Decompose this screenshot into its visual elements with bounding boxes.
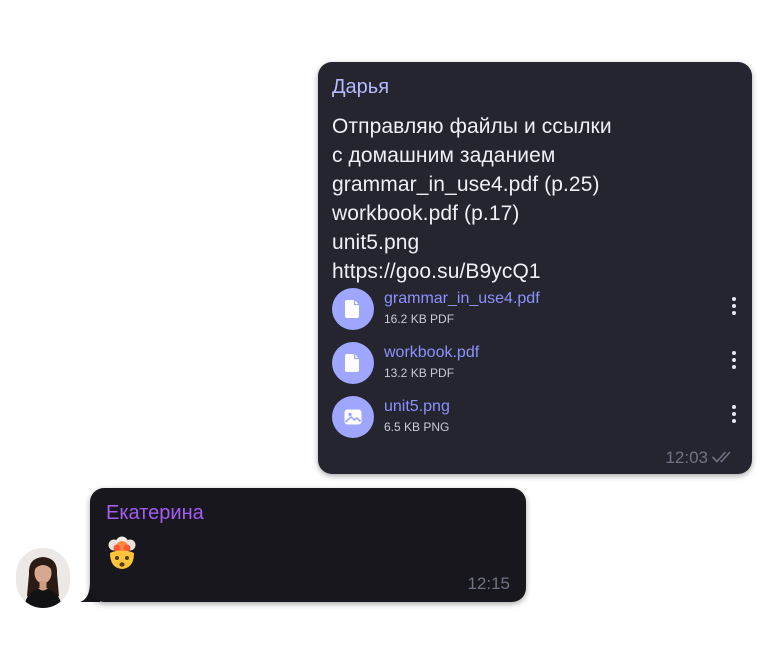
message-bubble-darya[interactable]: Дарья Отправляю файлы и ссылки с домашни… — [318, 62, 752, 474]
message-line: workbook.pdf (p.17) — [332, 202, 520, 225]
message-link[interactable]: https://goo.su/B9ycQ1 — [332, 257, 732, 286]
double-check-icon — [712, 451, 731, 463]
attachment-item[interactable]: unit5.png 6.5 KB PNG — [332, 396, 742, 440]
more-options-icon[interactable] — [726, 348, 742, 372]
message-time: 12:15 — [467, 574, 510, 593]
attachment-item[interactable]: workbook.pdf 13.2 KB PDF — [332, 342, 742, 386]
attachment-name[interactable]: unit5.png — [384, 398, 450, 416]
message-bubble-ekaterina[interactable]: Екатерина 12:15 — [90, 488, 526, 602]
document-icon[interactable] — [332, 342, 374, 384]
exploding-head-emoji — [108, 536, 136, 569]
attachment-name[interactable]: workbook.pdf — [384, 344, 479, 362]
message-line: unit5.png — [332, 231, 420, 254]
attachment-meta: 16.2 KB PDF — [384, 312, 455, 326]
message-line: grammar_in_use4.pdf (p.25) — [332, 173, 600, 196]
sender-name[interactable]: Дарья — [332, 76, 389, 99]
document-icon[interactable] — [332, 288, 374, 330]
more-options-icon[interactable] — [726, 294, 742, 318]
user-avatar[interactable] — [16, 548, 70, 608]
message-text: Отправляю файлы и ссылки с домашним зада… — [332, 112, 732, 286]
attachment-meta: 13.2 KB PDF — [384, 366, 455, 380]
attachment-name[interactable]: grammar_in_use4.pdf — [384, 290, 540, 308]
sender-name[interactable]: Екатерина — [106, 502, 204, 525]
attachment-meta: 6.5 KB PNG — [384, 420, 450, 434]
message-line: Отправляю файлы и ссылки — [332, 115, 612, 138]
more-options-icon[interactable] — [726, 402, 742, 426]
message-time: 12:03 — [665, 448, 708, 467]
attachment-item[interactable]: grammar_in_use4.pdf 16.2 KB PDF — [332, 288, 742, 332]
image-icon[interactable] — [332, 396, 374, 438]
chat-view: Дарья Отправляю файлы и ссылки с домашни… — [0, 0, 768, 664]
message-line: с домашним заданием — [332, 144, 556, 167]
